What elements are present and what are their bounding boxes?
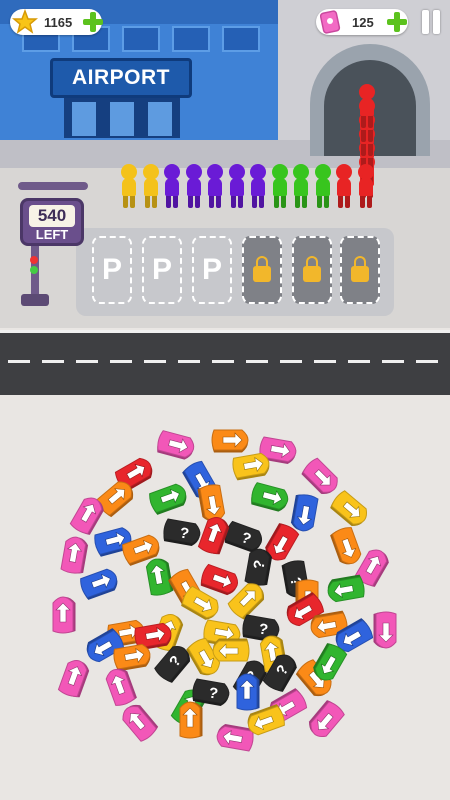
lane-dash bbox=[144, 360, 166, 363]
parking-slot-locked[interactable] bbox=[292, 236, 332, 304]
pause-icon bbox=[422, 10, 429, 34]
parking-slot-open[interactable]: P bbox=[92, 236, 132, 304]
lane-dash bbox=[416, 360, 438, 363]
passenger bbox=[163, 164, 181, 208]
parking-slot-open[interactable]: P bbox=[192, 236, 232, 304]
lock-icon bbox=[351, 256, 369, 282]
passenger bbox=[249, 164, 267, 208]
airport-sign: AIRPORT bbox=[50, 58, 192, 98]
lane-dash bbox=[178, 360, 200, 363]
passenger bbox=[335, 164, 353, 208]
lock-icon bbox=[253, 256, 271, 282]
lane-dash bbox=[76, 360, 98, 363]
lane-dash bbox=[8, 360, 30, 363]
parking-slot-locked[interactable] bbox=[242, 236, 282, 304]
lane-dash bbox=[280, 360, 302, 363]
passenger bbox=[185, 164, 203, 208]
passenger bbox=[120, 164, 138, 208]
pause-button[interactable] bbox=[420, 10, 442, 34]
green-light-icon bbox=[30, 266, 38, 274]
passenger bbox=[314, 164, 332, 208]
passenger bbox=[271, 164, 289, 208]
passenger bbox=[228, 164, 246, 208]
passenger bbox=[292, 164, 310, 208]
remaining-count: 540 bbox=[29, 205, 75, 227]
ticket-icon bbox=[320, 10, 341, 34]
lane-dash bbox=[246, 360, 268, 363]
car-blue[interactable] bbox=[75, 556, 127, 608]
car-pink[interactable] bbox=[111, 695, 163, 747]
road bbox=[0, 330, 450, 398]
star-count: 1165 bbox=[44, 14, 73, 30]
lane-dash bbox=[42, 360, 64, 363]
passenger bbox=[206, 164, 224, 208]
lane-dash bbox=[110, 360, 132, 363]
airport-entrance bbox=[64, 98, 180, 138]
red-light-icon bbox=[30, 256, 38, 264]
add-tickets-button[interactable] bbox=[386, 11, 408, 33]
passenger bbox=[357, 164, 375, 208]
game-scene: AIRPORT P P P 540 LEFT ????????? 1165 bbox=[0, 0, 450, 800]
lock-icon bbox=[303, 256, 321, 282]
passenger bbox=[358, 84, 376, 128]
remaining-label: LEFT bbox=[35, 227, 69, 242]
parking-slot-locked[interactable] bbox=[340, 236, 380, 304]
sign-crossbar bbox=[18, 182, 88, 190]
car-yellow[interactable] bbox=[238, 696, 290, 748]
car-pink[interactable] bbox=[299, 696, 351, 748]
star-icon bbox=[12, 9, 38, 34]
lane-dash bbox=[212, 360, 234, 363]
parking-slot-open[interactable]: P bbox=[142, 236, 182, 304]
lane-dash bbox=[382, 360, 404, 363]
passenger bbox=[142, 164, 160, 208]
add-stars-button[interactable] bbox=[82, 11, 104, 33]
lane-dash bbox=[314, 360, 336, 363]
car-pink[interactable] bbox=[360, 606, 412, 658]
lane-dash bbox=[348, 360, 370, 363]
ticket-count: 125 bbox=[352, 14, 374, 30]
remaining-counter: 540 LEFT bbox=[20, 198, 84, 246]
